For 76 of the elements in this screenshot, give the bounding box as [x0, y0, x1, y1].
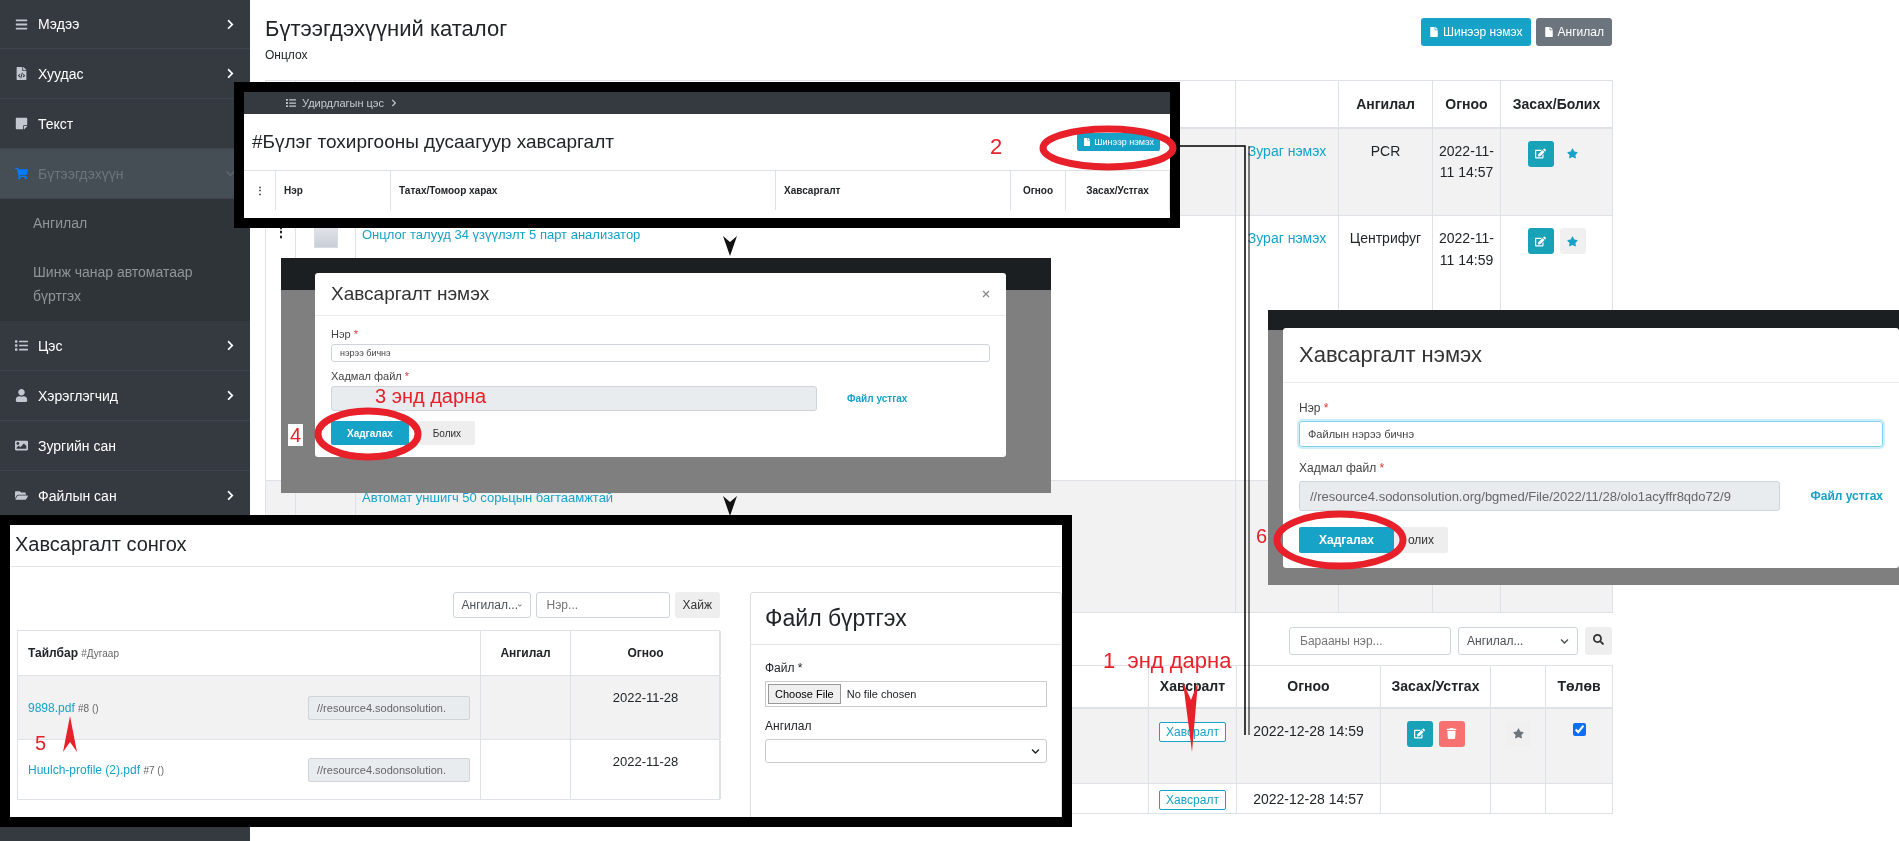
- step-annotation: 3 энд дарна: [375, 386, 487, 406]
- table-cell: 2022-11-28: [612, 754, 679, 769]
- field-label: Нэр *: [331, 328, 360, 340]
- search-field[interactable]: Барааны нэр...: [1289, 627, 1451, 655]
- column-header: Ангилал: [1338, 80, 1433, 128]
- file-path-field[interactable]: //resource4.sodonsolution.: [308, 757, 470, 782]
- sidebar-item[interactable]: Зургийн сан: [0, 421, 250, 471]
- column-header: Татах/Томоор харах: [391, 171, 776, 210]
- file-path-field[interactable]: //resource4.sodonsolution.org/bgmed/File/2022/11/28/olo1acyffr8qdo72/9: [1299, 481, 1781, 511]
- card-title: Файл бүртгэх: [765, 605, 908, 632]
- search-button[interactable]: Хайж: [674, 592, 720, 618]
- name-search-field[interactable]: Нэр...: [535, 592, 670, 618]
- step-annotation: 5: [35, 733, 47, 753]
- file-name: 9898.pdf #8 (): [28, 700, 99, 715]
- table-cell: PCR: [1370, 142, 1401, 159]
- column-header: Огноо: [1011, 171, 1066, 210]
- name-field[interactable]: нэрээ бичнэ: [331, 344, 990, 362]
- cancel-button[interactable]: Болих: [418, 421, 476, 445]
- field-label: Ангилал: [765, 719, 813, 733]
- table-cell: 2022-12-28 14:59: [1253, 722, 1364, 739]
- name-field[interactable]: Файлын нэрээ бичнэ: [1299, 421, 1883, 447]
- step-annotation: 2: [990, 136, 1003, 158]
- dialog-title: Хавсаргалт сонгох: [15, 533, 188, 556]
- step-annotation: 6: [1256, 526, 1268, 546]
- product-title-link[interactable]: Автомат уншигч 50 сорьцын багтаамжтай: [362, 490, 614, 505]
- column-header: Огноо: [627, 646, 664, 660]
- modal-title: Хавсаргалт нэмэх: [331, 283, 490, 305]
- table-cell: 2022-11-11 14:59: [1439, 230, 1494, 268]
- file-input[interactable]: Choose File No file chosen: [765, 681, 1047, 707]
- file-status-text: No file chosen: [846, 688, 917, 700]
- field-label: Файл *: [765, 661, 804, 675]
- file-path-field[interactable]: //resource4.sodonsolution.: [308, 695, 470, 720]
- page-title: #Бүлэг тохиргооны дусаагуур хавсаргалт: [252, 131, 614, 153]
- column-header: Төлөв: [1545, 665, 1613, 708]
- save-button[interactable]: Хадгалах: [331, 421, 409, 445]
- table-cell: 2022-11-28: [612, 690, 679, 705]
- column-header: Ангилал: [500, 646, 551, 660]
- step-annotation: 4: [288, 424, 304, 446]
- column-header: Засах/Устгах: [1066, 171, 1170, 210]
- column-header: Засах/Болих: [1500, 80, 1613, 128]
- add-image-link[interactable]: Зураг нэмэх: [1247, 142, 1327, 159]
- sidebar-item[interactable]: Хэрэглэгчид: [0, 371, 250, 421]
- column-header: Тайлбар #Дугаар: [28, 646, 119, 660]
- table-cell: Центрифуг: [1349, 230, 1422, 246]
- remove-file-link[interactable]: Файл устгах: [847, 393, 908, 404]
- file-name: Huulch-profile (2).pdf #7 (): [28, 762, 164, 777]
- field-label: Хадмал файл *: [1299, 461, 1386, 475]
- sidebar-subitem[interactable]: Ангилал: [0, 199, 250, 249]
- modal-title: Хавсаргалт нэмэх: [1299, 342, 1483, 368]
- save-button[interactable]: Хадгалах: [1299, 527, 1394, 553]
- page-subtitle: Онцлох: [265, 48, 309, 62]
- field-label: Хадмал файл *: [331, 370, 411, 382]
- add-new-button[interactable]: Шинээр нэмэх: [1421, 18, 1531, 46]
- product-title-link[interactable]: Онцлог талууд 34 үзүүлэлт 5 парт анализатор: [362, 227, 641, 242]
- add-image-link[interactable]: Зураг нэмэх: [1247, 230, 1327, 246]
- page-title: Бүтээгдэхүүний каталог: [265, 16, 508, 42]
- attachment-button[interactable]: Хавсралт: [1159, 790, 1226, 810]
- remove-file-link[interactable]: Файл устгах: [1810, 489, 1883, 503]
- column-header: Засах/Устгах: [1380, 665, 1491, 708]
- choose-file-button[interactable]: Choose File: [768, 684, 841, 704]
- table-cell: 2022-12-28 14:57: [1253, 791, 1364, 807]
- column-header: Огноо: [1236, 665, 1381, 708]
- category-select[interactable]: Ангилал...: [452, 592, 531, 618]
- field-label: Нэр *: [1299, 401, 1330, 415]
- column-header: Огноо: [1432, 80, 1501, 128]
- sidebar-item[interactable]: Мэдээ: [0, 0, 250, 49]
- breadcrumb-text: Удирдлагын цэс: [302, 97, 384, 109]
- sidebar-item[interactable]: Цэс: [0, 321, 250, 371]
- column-menu-icon[interactable]: ⋮: [254, 185, 265, 196]
- table-cell: 2022-11-11 14:57: [1439, 142, 1494, 181]
- sidebar-subitem[interactable]: Шинж чанар автоматаар бүртгэх: [0, 249, 250, 321]
- add-new-button[interactable]: Шинээр нэмэх: [1077, 133, 1160, 151]
- category-button[interactable]: Ангилал: [1535, 18, 1612, 46]
- column-header: Хавсаргалт: [776, 171, 1011, 210]
- category-select[interactable]: Ангилал...: [1458, 627, 1578, 655]
- column-header: Нэр: [276, 171, 391, 210]
